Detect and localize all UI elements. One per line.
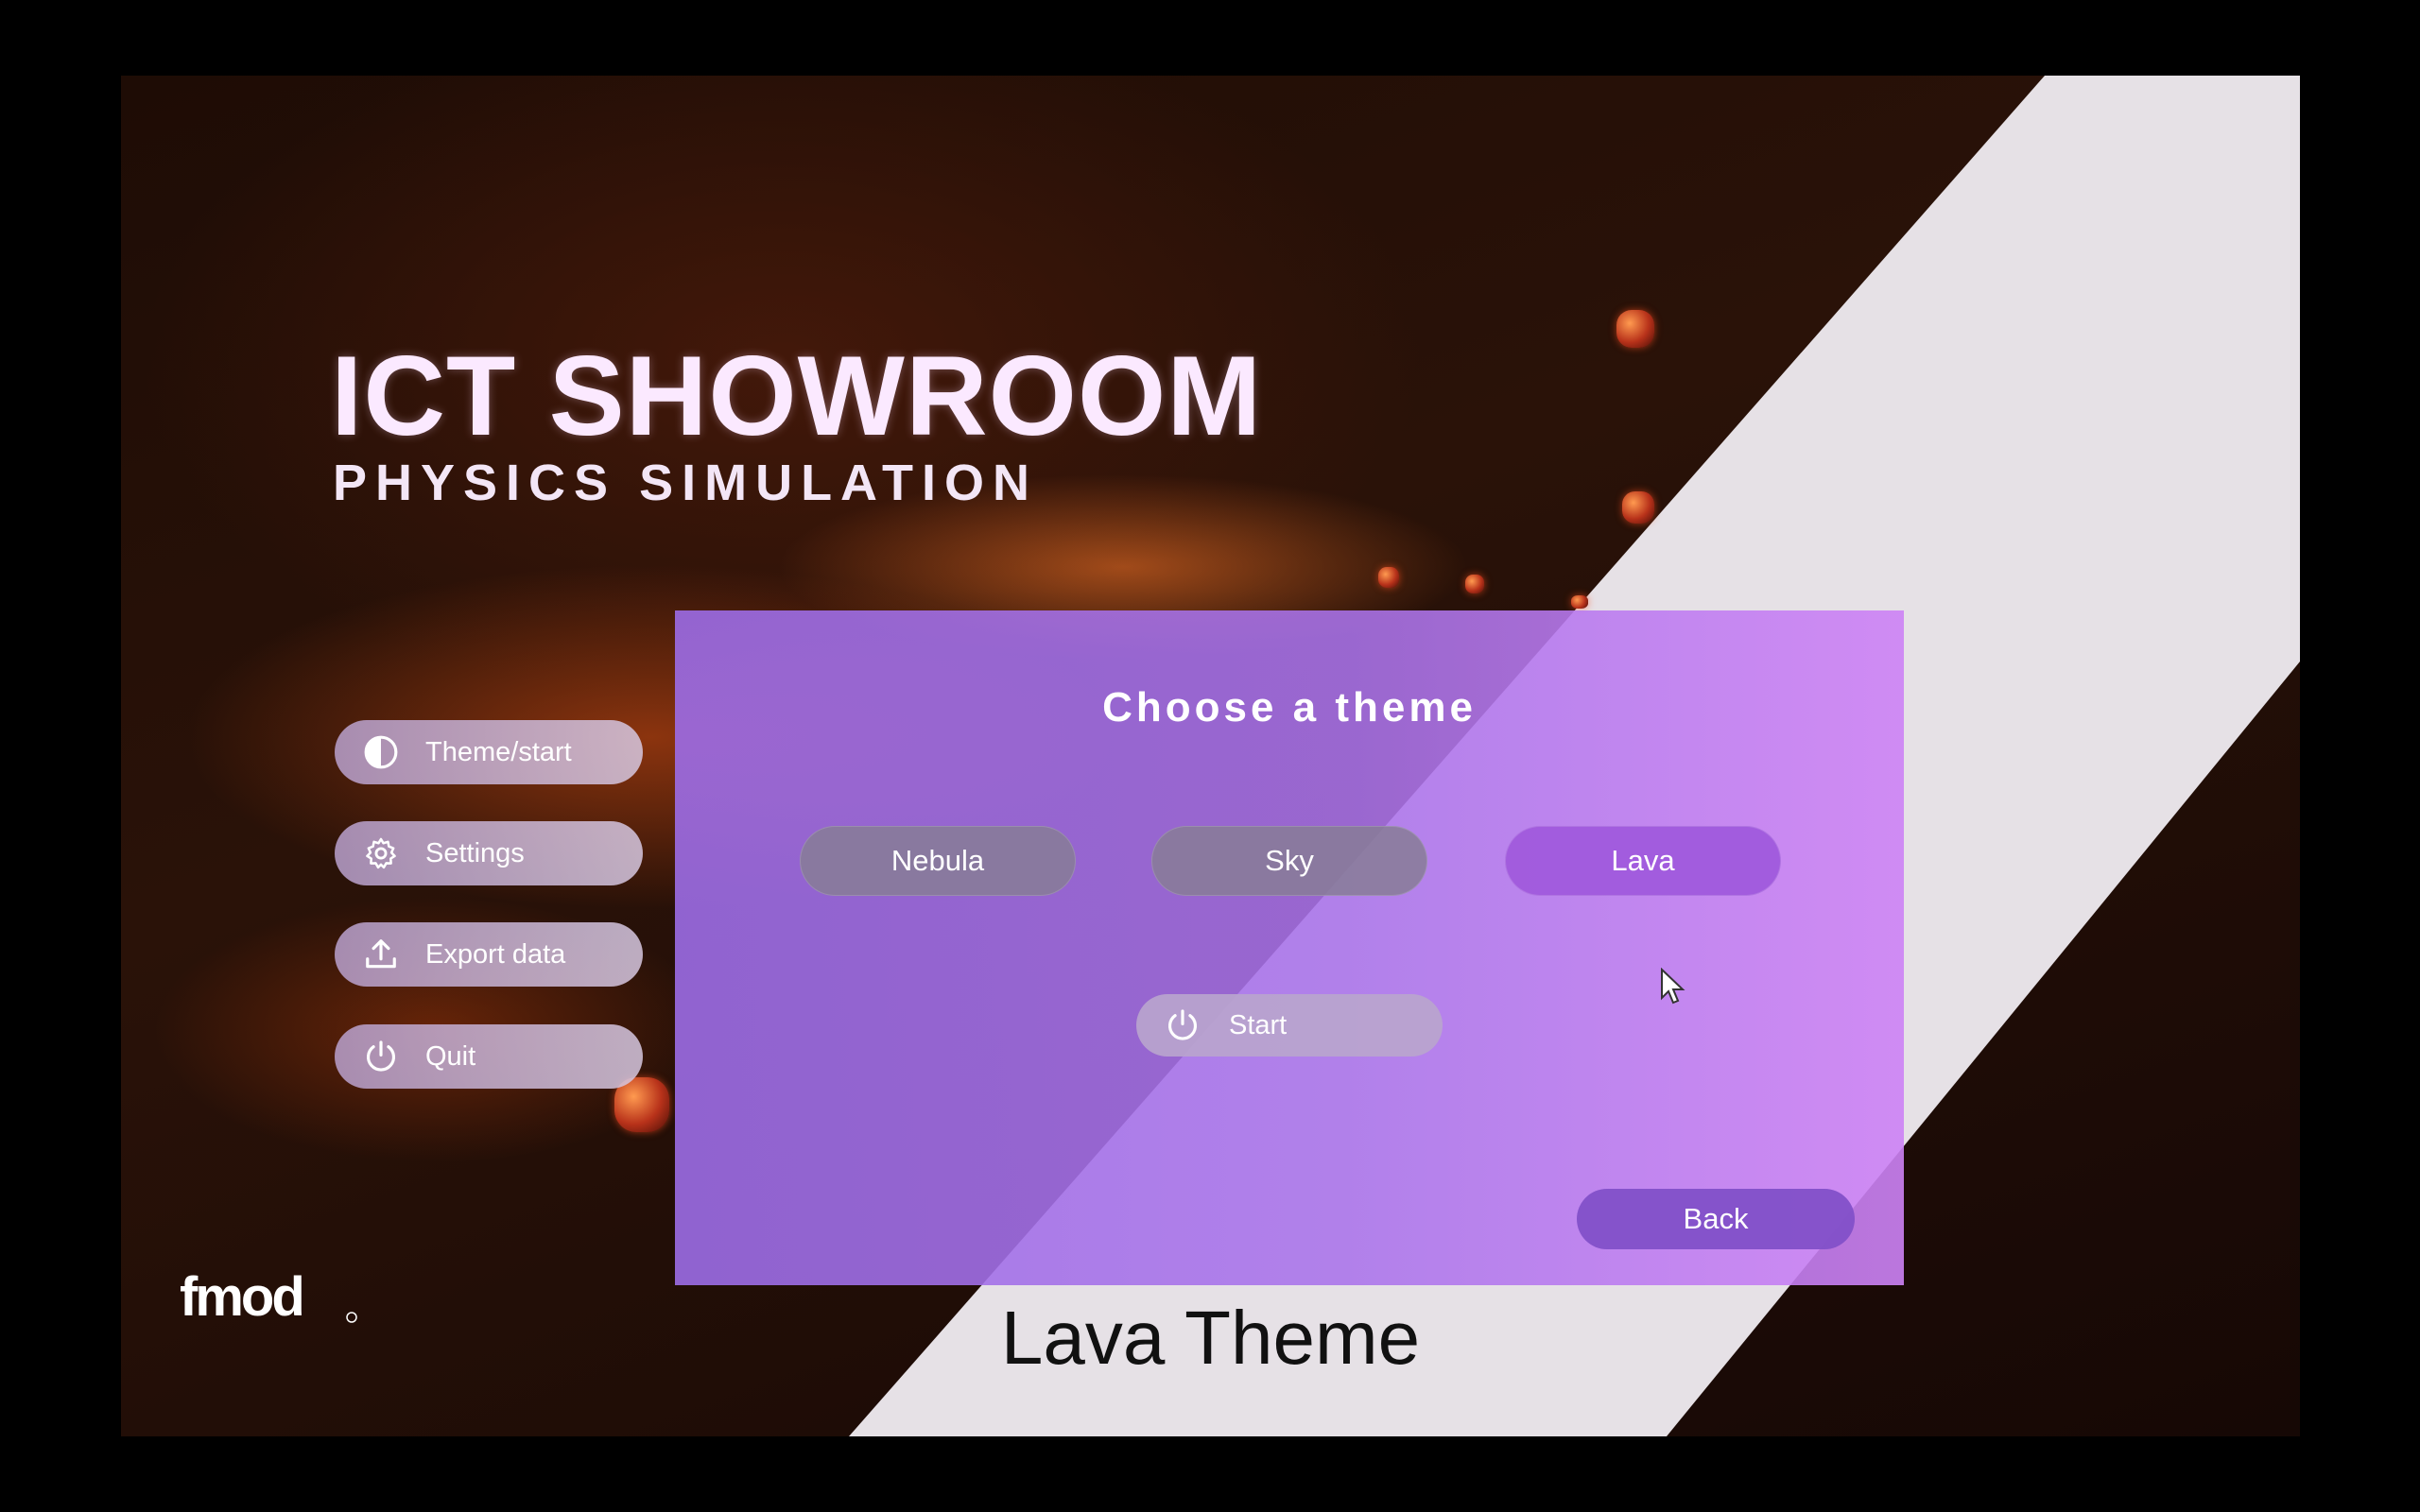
upload-icon xyxy=(366,939,396,969)
gear-icon xyxy=(366,837,396,869)
menu-item-label: Quit xyxy=(425,1040,476,1072)
menu-settings-button[interactable]: Settings xyxy=(335,821,643,885)
menu-item-label: Export data xyxy=(425,938,566,970)
app-screen: ICT SHOWROOM PHYSICS SIMULATION Theme/st… xyxy=(121,76,2300,1436)
menu-export-data-button[interactable]: Export data xyxy=(335,922,643,987)
mouse-cursor-icon xyxy=(1661,968,1685,1005)
power-icon xyxy=(366,1040,396,1072)
theme-sky-button[interactable]: Sky xyxy=(1151,826,1427,896)
ember-particle xyxy=(1622,491,1654,524)
theme-nebula-button[interactable]: Nebula xyxy=(800,826,1076,896)
start-button[interactable]: Start xyxy=(1136,994,1443,1057)
ember-particle xyxy=(1571,595,1588,609)
start-label: Start xyxy=(1229,1009,1288,1040)
menu-theme-start-button[interactable]: Theme/start xyxy=(335,720,643,784)
menu-item-label: Theme/start xyxy=(425,736,572,767)
back-button[interactable]: Back xyxy=(1577,1189,1855,1249)
theme-option-label: Sky xyxy=(1265,844,1314,877)
panel-title: Choose a theme xyxy=(1102,684,1477,730)
app-subtitle: PHYSICS SIMULATION xyxy=(333,455,1039,511)
theme-caption: Lava Theme xyxy=(1000,1296,1421,1380)
power-icon xyxy=(1167,1009,1198,1040)
theme-panel: Choose a theme Nebula Sky Lava Start Bac… xyxy=(675,610,1904,1285)
menu-quit-button[interactable]: Quit xyxy=(335,1024,643,1089)
theme-option-label: Lava xyxy=(1611,844,1675,877)
back-label: Back xyxy=(1683,1202,1749,1235)
theme-option-label: Nebula xyxy=(890,844,985,877)
ember-particle xyxy=(1465,575,1484,593)
app-title: ICT SHOWROOM xyxy=(331,333,1263,459)
contrast-icon xyxy=(364,735,398,769)
ember-particle xyxy=(1616,310,1654,348)
ember-particle xyxy=(1378,567,1399,588)
theme-lava-button[interactable]: Lava xyxy=(1505,826,1781,896)
menu-item-label: Settings xyxy=(425,837,525,868)
